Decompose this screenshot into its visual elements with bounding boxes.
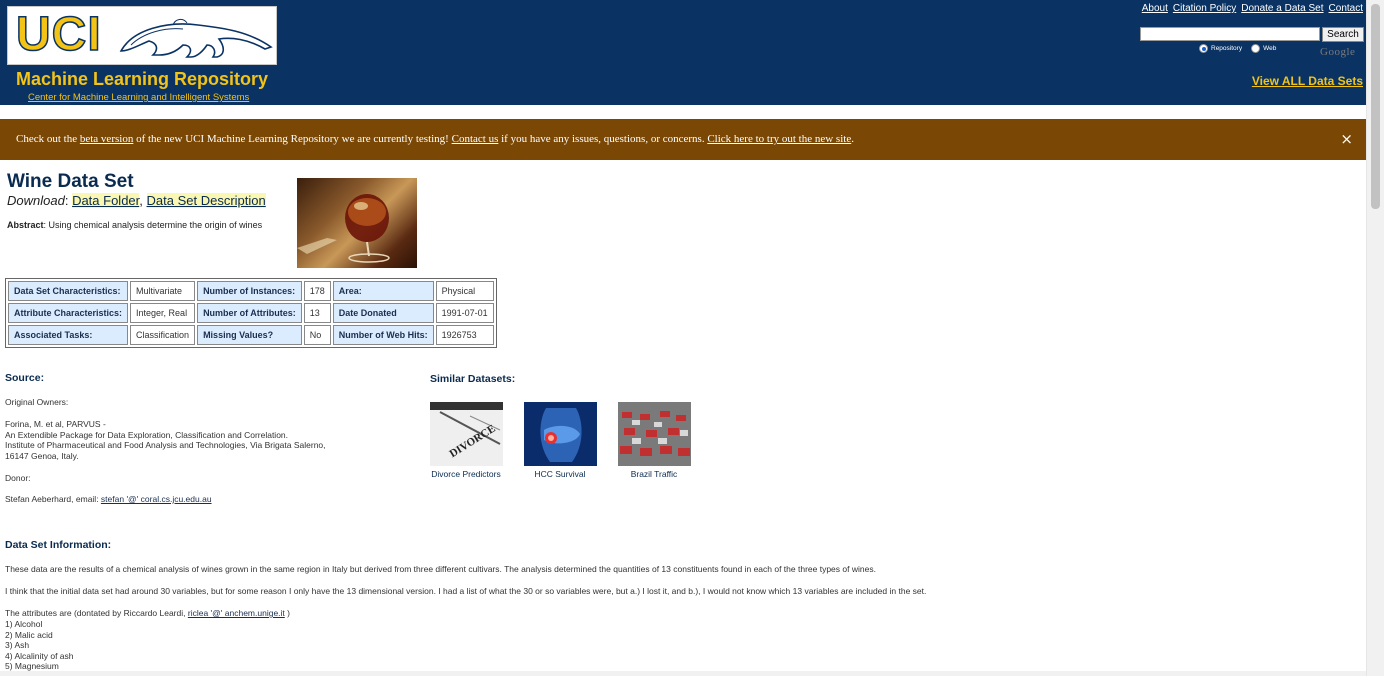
beta-version-link[interactable]: beta version [80,133,133,145]
original-owners-label: Original Owners: [5,397,69,407]
new-site-link[interactable]: Click here to try out the new site [707,133,851,145]
characteristic-value: 178 [303,281,331,301]
attributes-intro-close: ) [284,608,290,618]
search-scope: Repository Web [1199,44,1276,53]
similar-dataset-divorce[interactable]: DIVORCE Divorce Predictors [421,402,511,479]
donate-link[interactable]: Donate a Data Set [1241,3,1323,14]
donor-text: Stefan Aeberhard, email: [5,494,101,504]
source-heading: Source: [5,372,45,384]
similar-dataset-hcc[interactable]: HCC Survival [515,402,605,479]
donor-info: Stefan Aeberhard, email: stefan '@' cora… [5,494,212,505]
view-all-datasets-link[interactable]: View ALL Data Sets [1252,74,1363,88]
characteristic-label: Number of Attributes: [197,303,302,323]
uci-logo[interactable]: UCI [7,6,277,65]
divorce-thumbnail: DIVORCE [429,402,503,466]
list-item: 5) Magnesium [5,661,59,671]
info-paragraph: I think that the initial data set had ar… [5,586,927,596]
characteristic-label: Associated Tasks: [8,325,129,345]
search-button[interactable]: Search [1322,27,1364,42]
attributes-intro: The attributes are (dontated by Riccardo… [5,608,290,619]
liver-thumbnail [523,402,597,466]
search-input[interactable] [1140,27,1320,41]
repository-radio-label: Repository [1211,45,1243,52]
similar-datasets-heading: Similar Datasets: [430,373,516,385]
center-link[interactable]: Center for Machine Learning and Intellig… [28,92,249,103]
close-icon[interactable]: × [1340,119,1353,159]
characteristic-label: Number of Web Hits: [332,325,434,345]
attributes-email-link[interactable]: riclea '@' anchem.unige.it [188,608,285,618]
info-paragraph: These data are the results of a chemical… [5,564,876,574]
wine-glass-image [297,178,417,268]
characteristics-table: Data Set Characteristics: Multivariate N… [5,278,497,348]
characteristic-value: 1926753 [435,325,494,345]
top-nav: About Citation Policy Donate a Data Set … [1142,3,1363,14]
owner-line: Forina, M. et al, PARVUS - [5,419,106,429]
web-radio-label: Web [1263,45,1277,52]
site-header: UCI Machine Learning Repository Center f… [0,0,1366,105]
citation-policy-link[interactable]: Citation Policy [1173,3,1236,14]
banner-text: . [851,133,854,145]
list-item: 4) Alcalinity of ash [5,650,74,661]
traffic-thumbnail [617,402,691,466]
data-folder-link[interactable]: Data Folder [72,193,140,208]
contact-link[interactable]: Contact [1329,3,1363,14]
similar-dataset-label: Divorce Predictors [431,469,501,479]
data-set-description-link[interactable]: Data Set Description [146,193,266,208]
characteristic-value: 13 [303,303,331,323]
characteristic-value: Integer, Real [130,303,196,323]
table-row: Associated Tasks: Classification Missing… [8,325,494,345]
table-row: Data Set Characteristics: Multivariate N… [8,281,494,301]
owner-line: An Extendible Package for Data Explorati… [5,429,289,440]
dataset-information-heading: Data Set Information: [5,539,112,551]
owner-line: 16147 Genoa, Italy. [5,450,79,461]
donor-label: Donor: [5,473,31,483]
characteristic-label: Missing Values? [197,325,302,345]
abstract-label: Abstract [7,220,44,230]
characteristic-label: Attribute Characteristics: [8,303,129,323]
banner-text: of the new UCI Machine Learning Reposito… [133,133,452,145]
attributes-intro-text: The attributes are (dontated by Riccardo… [5,608,188,618]
list-item: 2) Malic acid [5,629,53,640]
abstract: Abstract: Using chemical analysis determ… [7,220,262,230]
table-row: Attribute Characteristics: Integer, Real… [8,303,494,323]
owner-details: Forina, M. et al, PARVUS - An Extendible… [5,419,326,461]
attributes-list: 1) Alcohol 2) Malic acid 3) Ash 4) Alcal… [5,619,74,672]
characteristic-label: Number of Instances: [197,281,302,301]
logo-text: UCI [15,8,102,62]
characteristic-value: 1991-07-01 [435,303,494,323]
owner-line: Institute of Pharmaceutical and Food Ana… [5,440,326,450]
similar-dataset-label: HCC Survival [534,469,586,479]
banner-text: if you have any issues, questions, or co… [498,133,708,145]
anteater-icon [119,18,273,58]
download-label: Download [7,193,65,208]
characteristic-label: Area: [332,281,434,301]
vertical-scrollbar[interactable] [1366,0,1384,676]
scrollbar-thumb[interactable] [1371,4,1380,209]
similar-dataset-brazil-traffic[interactable]: Brazil Traffic [609,402,699,479]
horizontal-scrollbar[interactable] [0,671,1366,676]
characteristic-value: No [303,325,331,345]
abstract-text: : Using chemical analysis determine the … [43,220,263,230]
beta-banner: Check out the beta version of the new UC… [0,119,1366,160]
list-item: 3) Ash [5,640,30,650]
characteristic-value: Multivariate [130,281,196,301]
banner-text: Check out the [16,133,80,145]
characteristic-value: Physical [435,281,494,301]
characteristic-label: Date Donated [332,303,434,323]
repository-title: Machine Learning Repository [16,69,269,89]
contact-us-link[interactable]: Contact us [452,133,499,145]
similar-dataset-label: Brazil Traffic [630,469,678,479]
donor-email-link[interactable]: stefan '@' coral.cs.jcu.edu.au [101,494,212,504]
download-row: Download: Data Folder, Data Set Descript… [7,193,266,208]
repository-radio[interactable] [1199,44,1208,53]
google-logo: Google [1320,46,1356,58]
page-title: Wine Data Set [7,171,134,192]
characteristic-value: Classification [130,325,196,345]
characteristic-label: Data Set Characteristics: [8,281,129,301]
about-link[interactable]: About [1142,3,1168,14]
web-radio[interactable] [1251,44,1261,53]
list-item: 1) Alcohol [5,619,43,629]
